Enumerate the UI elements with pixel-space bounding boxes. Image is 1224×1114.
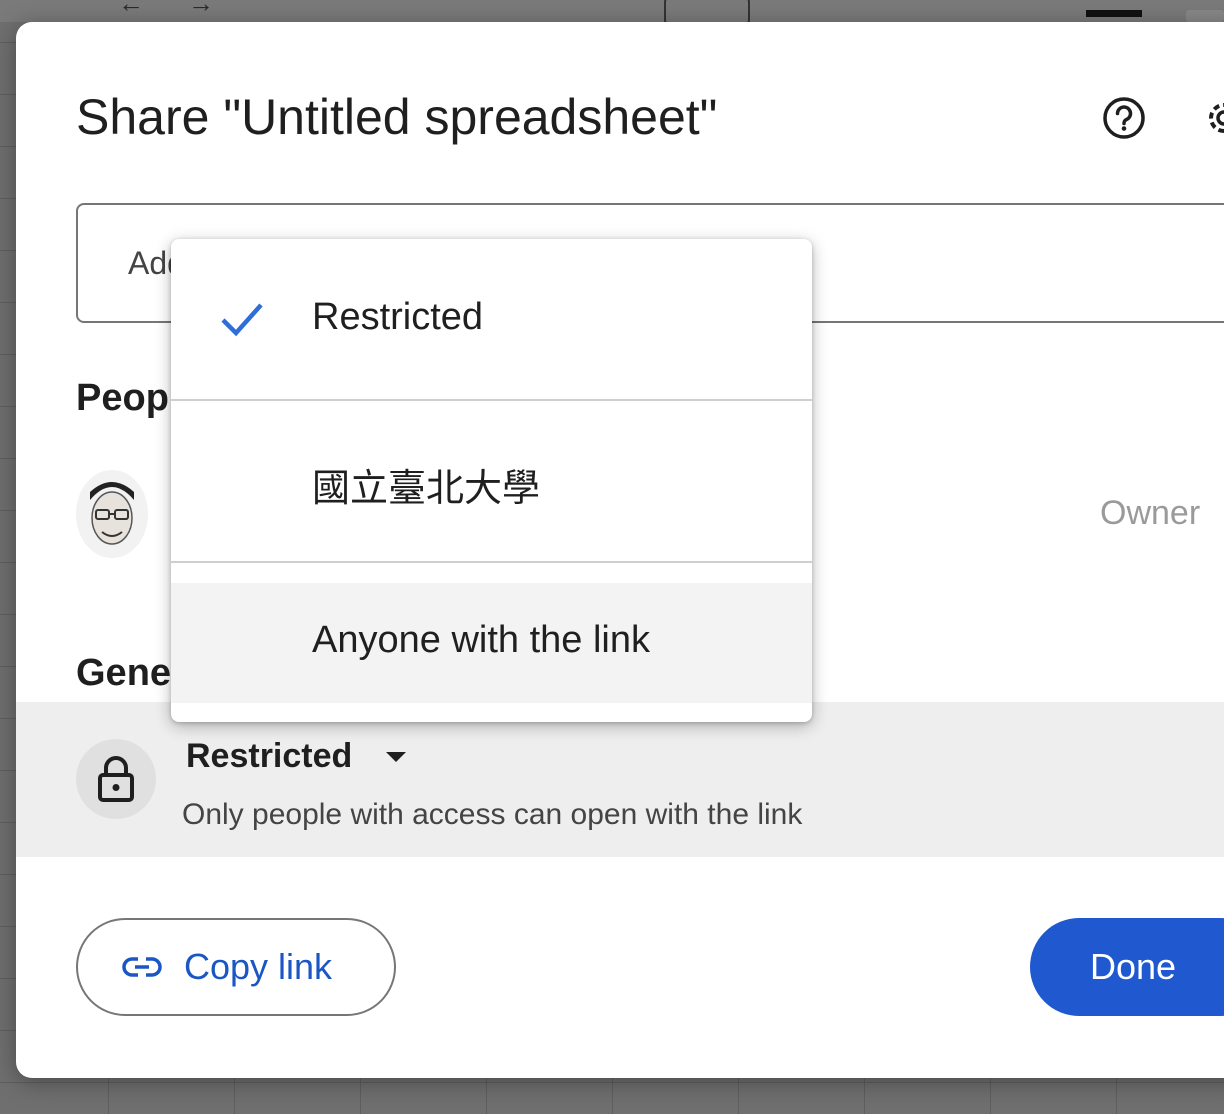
general-access-value: Restricted [186,737,353,775]
menu-item-anyone-with-link[interactable]: Anyone with the link [171,583,812,703]
spreadsheet-toolbar-background: ← → [0,0,1224,22]
gear-icon[interactable] [1202,96,1224,140]
copy-link-label: Copy link [184,946,333,987]
menu-item-label: Anyone with the link [312,619,650,661]
font-size-box [664,0,750,22]
general-access-select[interactable]: Restricted [186,737,407,776]
general-access-description: Only people with access can open with th… [182,798,803,831]
link-icon [122,957,162,977]
check-icon [221,303,263,337]
menu-item-label: 國立臺北大學 [312,468,541,510]
toolbar-button-partial [1186,10,1224,22]
undo-icon: ← [118,0,144,18]
chevron-down-icon [386,751,407,762]
avatar [76,470,148,558]
text-color-underline [1086,10,1142,17]
redo-icon: → [188,0,214,18]
lock-icon-container [76,739,156,819]
lock-icon [98,756,134,802]
menu-item-organization[interactable]: 國立臺北大學 [171,401,812,561]
general-access-row: Restricted Only people with access can o… [16,702,1224,857]
menu-item-label: Restricted [312,296,484,338]
menu-item-restricted[interactable]: Restricted [171,239,812,399]
copy-link-button[interactable]: Copy link [76,918,396,1016]
help-icon[interactable] [1102,96,1146,140]
menu-divider [171,561,812,563]
done-button[interactable]: Done [1030,918,1224,1016]
dialog-title: Share "Untitled spreadsheet" [76,89,718,145]
general-access-menu: Restricted 國立臺北大學 Anyone with the link [171,239,812,722]
owner-role-label: Owner [1100,494,1201,532]
